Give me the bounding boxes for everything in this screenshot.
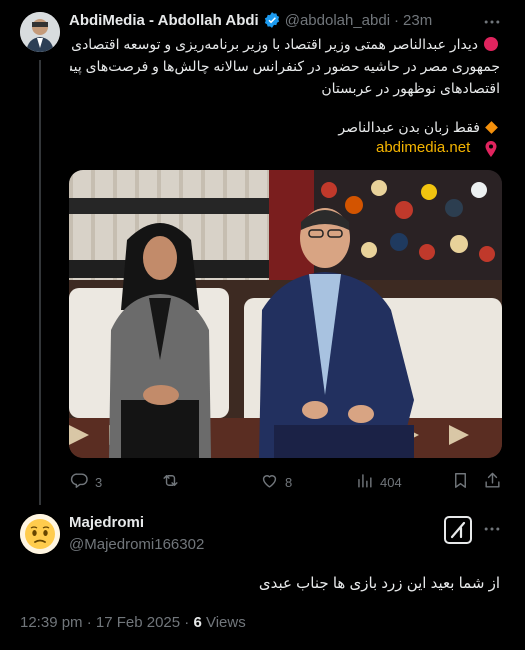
pin-icon <box>484 140 498 163</box>
like-button[interactable]: 8 <box>260 471 292 493</box>
reply-button[interactable]: 3 <box>70 471 102 493</box>
author-avatar[interactable] <box>20 12 60 52</box>
reply-text: از شما بعید این زرد بازی ها جناب عبدی <box>258 575 500 592</box>
like-count: 8 <box>285 474 293 490</box>
reply-avatar[interactable] <box>20 514 60 554</box>
share-icon[interactable] <box>483 471 502 495</box>
tweet-header: AbdiMedia - Abdollah Abdi @abdolah_abdi … <box>69 11 432 29</box>
tweet-text-line-2: جمهوری مصر در حاشیه حضور در کنفرانس سالا… <box>70 58 500 74</box>
orange-diamond-icon <box>485 121 498 134</box>
reply-count: 3 <box>95 474 103 490</box>
tweet-time[interactable]: 23m <box>403 12 432 29</box>
tweet-text-line-1: دیدار عبدالناصر همتی وزیر اقتصاد با وزیر… <box>71 36 478 52</box>
views-count: 404 <box>380 474 402 490</box>
tweet-photo[interactable] <box>69 170 502 458</box>
author-handle[interactable]: @abdolah_abdi <box>285 12 390 29</box>
views-button[interactable]: 404 <box>355 471 402 493</box>
reply-author-name[interactable]: Majedromi <box>69 514 144 531</box>
reply-more-icon[interactable] <box>482 519 502 544</box>
separator-dot: · <box>394 11 400 29</box>
retweet-button[interactable] <box>161 471 186 493</box>
more-icon[interactable] <box>482 12 502 37</box>
like-icon <box>260 471 279 493</box>
views-icon <box>355 471 374 493</box>
reply-views-label: Views <box>205 614 246 631</box>
verified-icon <box>263 11 281 29</box>
retweet-icon <box>161 471 180 493</box>
author-name[interactable]: AbdiMedia - Abdollah Abdi <box>69 12 259 29</box>
reply-author-handle[interactable]: @Majedromi166302 <box>69 536 204 553</box>
thread-line <box>39 60 41 505</box>
reply-views-number: 6 <box>193 614 202 631</box>
website-link[interactable]: abdimedia.net <box>376 139 470 156</box>
tweet-text-line-4: فقط زبان بدن عبدالناصر <box>338 119 480 135</box>
reply-icon <box>70 471 89 493</box>
reply-timestamp[interactable]: 12:39 pm · 17 Feb 2025 · <box>20 614 189 631</box>
bookmark-icon[interactable] <box>451 471 470 495</box>
red-circle-icon <box>484 37 498 51</box>
tweet-text-line-3: اقتصادهای نوظهور در عربستان <box>321 80 500 96</box>
grok-icon[interactable] <box>443 515 473 545</box>
reply-meta: 12:39 pm · 17 Feb 2025 · 6 Views <box>20 614 246 631</box>
